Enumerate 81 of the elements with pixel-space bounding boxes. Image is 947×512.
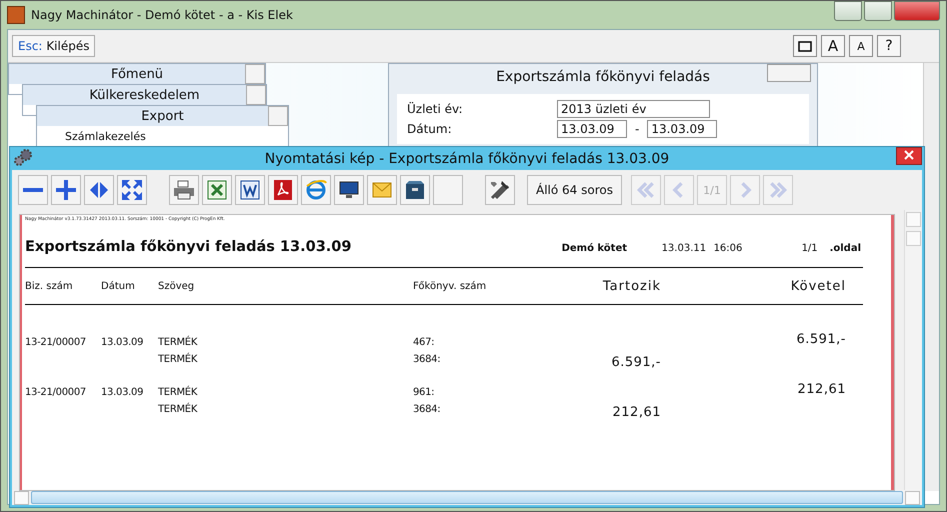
double-left-icon xyxy=(636,180,656,200)
page-number: 1/1 xyxy=(802,243,819,254)
document-icon xyxy=(238,178,262,202)
table-cell-text: TERMÉK xyxy=(158,387,198,398)
globe-icon xyxy=(304,178,328,202)
field-label: Üzleti év: xyxy=(407,102,464,116)
date-field[interactable]: 13.03.09 xyxy=(557,120,627,138)
browser-button[interactable] xyxy=(301,175,331,205)
maximize-button[interactable] xyxy=(864,1,892,21)
pdf-icon xyxy=(271,178,295,202)
page-label: .oldal xyxy=(830,243,861,254)
dialog-title: Exportszámla főkönyvi feladás xyxy=(496,69,710,85)
settings-button[interactable] xyxy=(485,175,515,205)
fit-width-button[interactable] xyxy=(84,175,114,205)
column-header: Tartozik xyxy=(602,278,661,294)
print-time: 16:06 xyxy=(714,243,744,254)
table-cell-text: 13-21/00007 xyxy=(25,337,87,348)
column-header: Követel xyxy=(790,278,846,294)
table-cell-text: 3684: xyxy=(413,404,442,415)
close-icon xyxy=(904,150,914,160)
column-header: Biz. szám xyxy=(25,280,74,292)
column-header: Főkönyv. szám xyxy=(413,280,488,292)
spreadsheet-icon xyxy=(205,178,229,202)
double-right-icon xyxy=(768,180,788,200)
table-cell-text: TERMÉK xyxy=(158,354,198,365)
table-cell-text: 6.591,- xyxy=(795,332,846,347)
zoom-out-button[interactable] xyxy=(18,175,48,205)
close-button[interactable] xyxy=(896,147,922,165)
table-cell-text: 3684: xyxy=(413,354,442,365)
orientation-button[interactable]: Álló 64 soros xyxy=(527,175,622,205)
expand-icon xyxy=(120,178,144,202)
horizontal-scrollbar[interactable] xyxy=(12,490,922,505)
table-cell-text: 212,61 xyxy=(612,405,661,420)
screen-button[interactable] xyxy=(334,175,364,205)
menu-title: Export xyxy=(141,108,184,124)
menu-item[interactable]: Számlakezelés xyxy=(37,126,288,147)
minus-icon xyxy=(23,188,43,192)
menu-title: Külkereskedelem xyxy=(89,88,200,102)
field-label: Dátum: xyxy=(407,122,453,136)
volume-name: Demó kötet xyxy=(562,243,628,254)
table-cell-text: 961: xyxy=(413,387,436,398)
app-icon xyxy=(7,6,25,24)
table-cell-text: 467: xyxy=(413,337,436,348)
minimize-button[interactable] xyxy=(834,1,862,21)
menu-title: Főmenü xyxy=(110,66,164,82)
table-cell-text: 13.03.09 xyxy=(101,337,144,348)
column-header: Szöveg xyxy=(158,280,196,292)
window-mode-button[interactable] xyxy=(793,35,817,57)
scrollbar[interactable] xyxy=(923,63,939,491)
gears-icon xyxy=(13,149,33,167)
help-button[interactable]: ? xyxy=(877,35,901,57)
input-field[interactable]: 2013 üzleti év xyxy=(557,100,710,118)
print-button[interactable] xyxy=(169,175,199,205)
fit-page-button[interactable] xyxy=(117,175,147,205)
window-icon xyxy=(798,40,812,52)
font-larger-button[interactable]: A xyxy=(821,35,845,57)
word-button[interactable] xyxy=(235,175,265,205)
scrollbar[interactable] xyxy=(904,210,922,490)
column-header: Dátum xyxy=(101,280,136,292)
font-smaller-button[interactable]: A xyxy=(849,35,873,57)
preview-title: Nyomtatási kép - Exportszámla főkönyvi feladás 13.03.09 xyxy=(264,150,670,166)
tools-icon xyxy=(488,178,512,202)
range-separator: - xyxy=(635,122,640,136)
exit-button[interactable]: Esc: Kilépés xyxy=(12,35,96,57)
date-field[interactable]: 13.03.09 xyxy=(647,120,718,138)
plus-icon xyxy=(54,178,78,202)
table-cell-text: 13-21/00007 xyxy=(25,387,87,398)
table-cell-text: 13.03.09 xyxy=(101,387,144,398)
window-title: Nagy Machinátor - Demó kötet - a - Kis Elek xyxy=(31,8,294,22)
table-cell-text: 212,61 xyxy=(796,382,846,397)
archive-button[interactable] xyxy=(400,175,430,205)
document-title: Exportszámla főkönyvi feladás 13.03.09 xyxy=(25,239,352,255)
pdf-button[interactable] xyxy=(268,175,298,205)
box-icon xyxy=(403,178,427,202)
table-cell-text: 6.591,- xyxy=(610,355,661,370)
excel-button[interactable] xyxy=(202,175,232,205)
table-cell-text: TERMÉK xyxy=(158,337,198,348)
print-date: 13.03.11 xyxy=(662,243,708,254)
printer-icon xyxy=(172,178,196,202)
zoom-in-button[interactable] xyxy=(51,175,81,205)
table-cell-text: TERMÉK xyxy=(158,404,198,415)
